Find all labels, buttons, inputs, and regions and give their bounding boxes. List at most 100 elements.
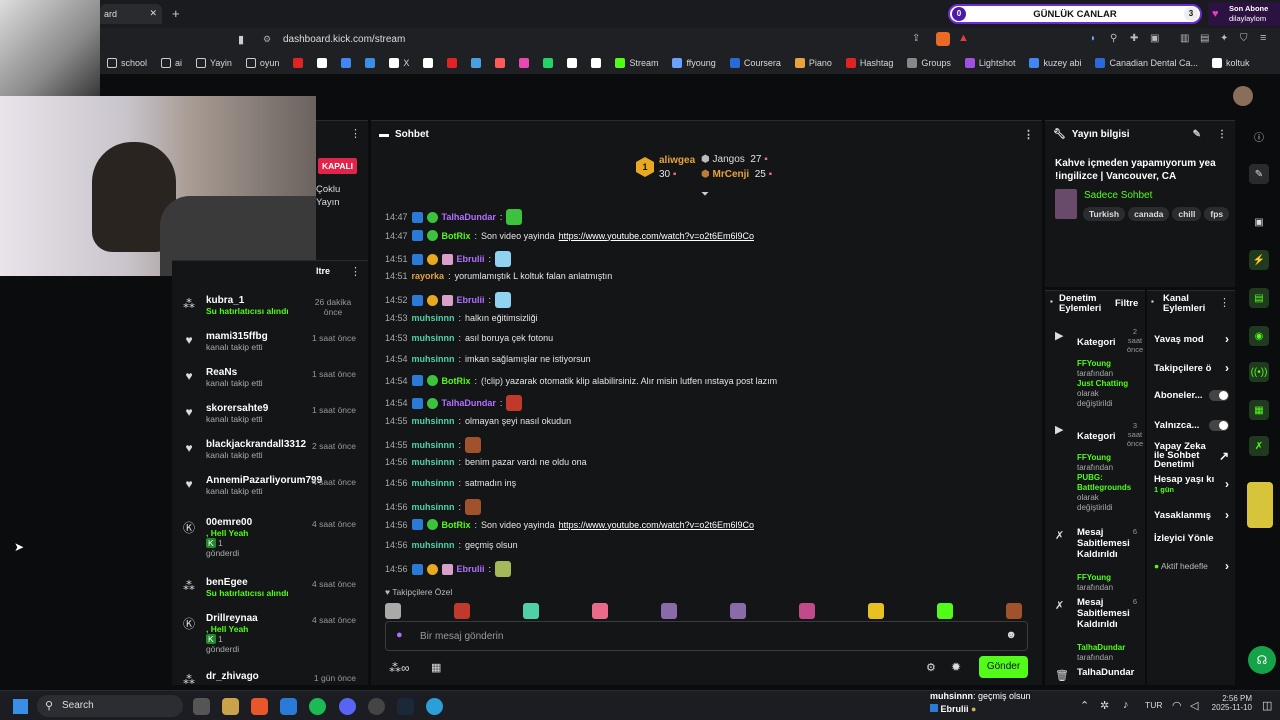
- spotify-icon[interactable]: [309, 698, 326, 715]
- chat-message[interactable]: 14:54 muhsinnn: imkan sağlamışlar ne istiy…: [385, 354, 591, 364]
- bookmark-item[interactable]: [536, 58, 560, 68]
- activity-user[interactable]: benEgee: [206, 577, 289, 588]
- crop-icon[interactable]: ▣: [1249, 212, 1269, 232]
- close-icon[interactable]: ✕: [149, 8, 157, 19]
- emote-icon[interactable]: [1006, 603, 1022, 619]
- chat-message[interactable]: 14:53 muhsinnn: asıl boruya çek fotonu: [385, 333, 553, 343]
- lightning-icon[interactable]: ⚡: [1249, 250, 1269, 270]
- search-box[interactable]: ⚲ Search: [37, 695, 183, 717]
- emoji-icon[interactable]: ☻: [1005, 629, 1017, 641]
- chat-message[interactable]: 14:47 TalhaDundar:: [385, 209, 523, 225]
- chat-input[interactable]: ● Bir mesaj gönderin ☻: [385, 621, 1028, 651]
- wrench-icon[interactable]: ✗: [1249, 436, 1269, 456]
- chat-message[interactable]: 14:56 muhsinnn: geçmiş olsun: [385, 540, 518, 550]
- bookmark-item[interactable]: Canadian Dental Ca...: [1088, 58, 1205, 68]
- new-tab-button[interactable]: +: [172, 6, 180, 21]
- vpn-icon[interactable]: ⛉: [1240, 33, 1248, 44]
- message-user[interactable]: BotRix: [442, 231, 471, 241]
- chat-message[interactable]: 14:56 muhsinnn:: [385, 499, 482, 515]
- sidebar-icon[interactable]: ▥: [1180, 33, 1189, 44]
- bookmark-item[interactable]: [286, 58, 310, 68]
- chat-message[interactable]: 14:51 rayorka: yorumlamıştık L koltuk fala…: [385, 271, 612, 281]
- bookmark-item[interactable]: ffyoung: [665, 58, 722, 68]
- toggle-switch[interactable]: [1208, 390, 1229, 401]
- support-button[interactable]: ☊: [1248, 646, 1276, 674]
- more-icon[interactable]: ⋮: [1023, 128, 1034, 141]
- emote-icon[interactable]: [523, 603, 539, 619]
- message-user[interactable]: Ebrulii: [457, 295, 485, 305]
- chat-message[interactable]: 14:56 Ebrulii:: [385, 561, 512, 577]
- extension-icon[interactable]: ▣: [1150, 33, 1159, 44]
- chat-message[interactable]: 14:56 BotRix: Son video yayinda https://ww…: [385, 519, 754, 530]
- chat-message[interactable]: 14:53 muhsinnn: halkın eğitimsizliği: [385, 313, 538, 323]
- bookmark-item[interactable]: [416, 58, 440, 68]
- steam-icon[interactable]: [397, 698, 414, 715]
- chat-icon[interactable]: ◉: [1249, 326, 1269, 346]
- windows-start-icon[interactable]: [13, 699, 28, 714]
- bookmark-item[interactable]: oyun: [239, 58, 287, 68]
- activity-item[interactable]: ⁂ dr_zhivago 1 gün önce: [172, 671, 366, 686]
- bookmark-item[interactable]: [560, 58, 584, 68]
- mod-actor[interactable]: FFYoung: [1077, 359, 1137, 369]
- category-link[interactable]: Sadece Sohbet: [1084, 190, 1152, 201]
- edit-icon[interactable]: ✎: [1193, 129, 1201, 140]
- activity-item[interactable]: Ⓚ 00emre00, Hell Yeah K 1 gönderdi 4 saat ön…: [172, 517, 366, 558]
- chat-message[interactable]: 14:54 TalhaDundar:: [385, 395, 523, 411]
- bookmark-item[interactable]: kuzey abi: [1022, 58, 1088, 68]
- message-user[interactable]: rayorka: [412, 271, 445, 281]
- notification-icon[interactable]: ◫: [1262, 699, 1272, 712]
- settings-icon[interactable]: ✲: [1100, 699, 1109, 712]
- message-user[interactable]: TalhaDundar: [442, 398, 496, 408]
- chat-message[interactable]: 14:55 muhsinnn:: [385, 437, 482, 453]
- more-icon[interactable]: ⋮: [1219, 296, 1230, 309]
- photos-icon[interactable]: [280, 698, 297, 715]
- activity-item[interactable]: Ⓚ Drillreynaa, Hell Yeah K 1 gönderdi 4 saat…: [172, 613, 366, 654]
- emote-icon[interactable]: [454, 603, 470, 619]
- message-user[interactable]: BotRix: [442, 520, 471, 530]
- chat-message[interactable]: 14:52 Ebrulii:: [385, 292, 512, 308]
- activity-item[interactable]: ♥ skorersahte9 kanalı takip etti 1 saat önc…: [172, 403, 366, 438]
- menu-icon[interactable]: ≡: [1260, 32, 1266, 44]
- channel-action-row[interactable]: Yasaklanmış ›: [1154, 508, 1229, 522]
- channel-action-row[interactable]: Takipçilere ö ›: [1154, 361, 1229, 375]
- brave-shield-icon[interactable]: [936, 32, 950, 46]
- extension-icon[interactable]: ◗: [1090, 33, 1096, 44]
- bookmark-item[interactable]: Lightshot: [958, 58, 1023, 68]
- message-link[interactable]: https://www.youtube.com/watch?v=o2t6Em6l…: [559, 231, 754, 241]
- message-user[interactable]: muhsinnn: [412, 540, 455, 550]
- activity-user[interactable]: skorersahte9: [206, 403, 268, 414]
- channel-action-row[interactable]: Aboneler...: [1154, 390, 1229, 401]
- language-indicator[interactable]: TUR: [1145, 700, 1162, 710]
- more-icon[interactable]: ⋮: [350, 265, 361, 278]
- obs-icon[interactable]: [368, 698, 385, 715]
- activity-user[interactable]: blackjackrandall3312: [206, 439, 306, 450]
- activity-user[interactable]: kubra_1: [206, 295, 289, 306]
- channel-action-row[interactable]: Yalnızca...: [1154, 420, 1229, 431]
- more-icon[interactable]: ⋮: [350, 127, 361, 140]
- task-view-icon[interactable]: [193, 698, 210, 715]
- mod-actor[interactable]: TalhaDundar: [1077, 643, 1137, 653]
- bookmark-item[interactable]: Coursera: [723, 58, 788, 68]
- bookmark-item[interactable]: Yayin: [189, 58, 239, 68]
- list-icon[interactable]: ▤: [1249, 288, 1269, 308]
- send-button[interactable]: Gönder: [979, 656, 1028, 678]
- activity-user[interactable]: mami315ffbg: [206, 331, 268, 342]
- layout-icon[interactable]: ▦: [1249, 400, 1269, 420]
- channel-action-row[interactable]: Hesap yaşı kı 1 gün ›: [1154, 474, 1229, 494]
- bookmark-item[interactable]: [310, 58, 334, 68]
- emote-icon[interactable]: [592, 603, 608, 619]
- brave-icon[interactable]: [251, 698, 268, 715]
- activity-user[interactable]: dr_zhivago: [206, 671, 259, 682]
- chat-message[interactable]: 14:54 BotRix: (!clip) yazarak otomatik kli…: [385, 375, 777, 386]
- toggle-switch[interactable]: [1208, 420, 1229, 431]
- emote-icon[interactable]: [385, 603, 401, 619]
- emote-icon[interactable]: [730, 603, 746, 619]
- message-user[interactable]: muhsinnn: [412, 416, 455, 426]
- extension-icon[interactable]: ⚲: [1110, 33, 1117, 44]
- bookmark-item[interactable]: [464, 58, 488, 68]
- filter-button[interactable]: ltre: [316, 266, 330, 276]
- channel-action-row[interactable]: ● Aktif hedefle ›: [1154, 559, 1229, 573]
- bookmark-item[interactable]: Groups: [900, 58, 958, 68]
- globe-icon[interactable]: [426, 698, 443, 715]
- ai-icon[interactable]: ✦: [1220, 33, 1228, 44]
